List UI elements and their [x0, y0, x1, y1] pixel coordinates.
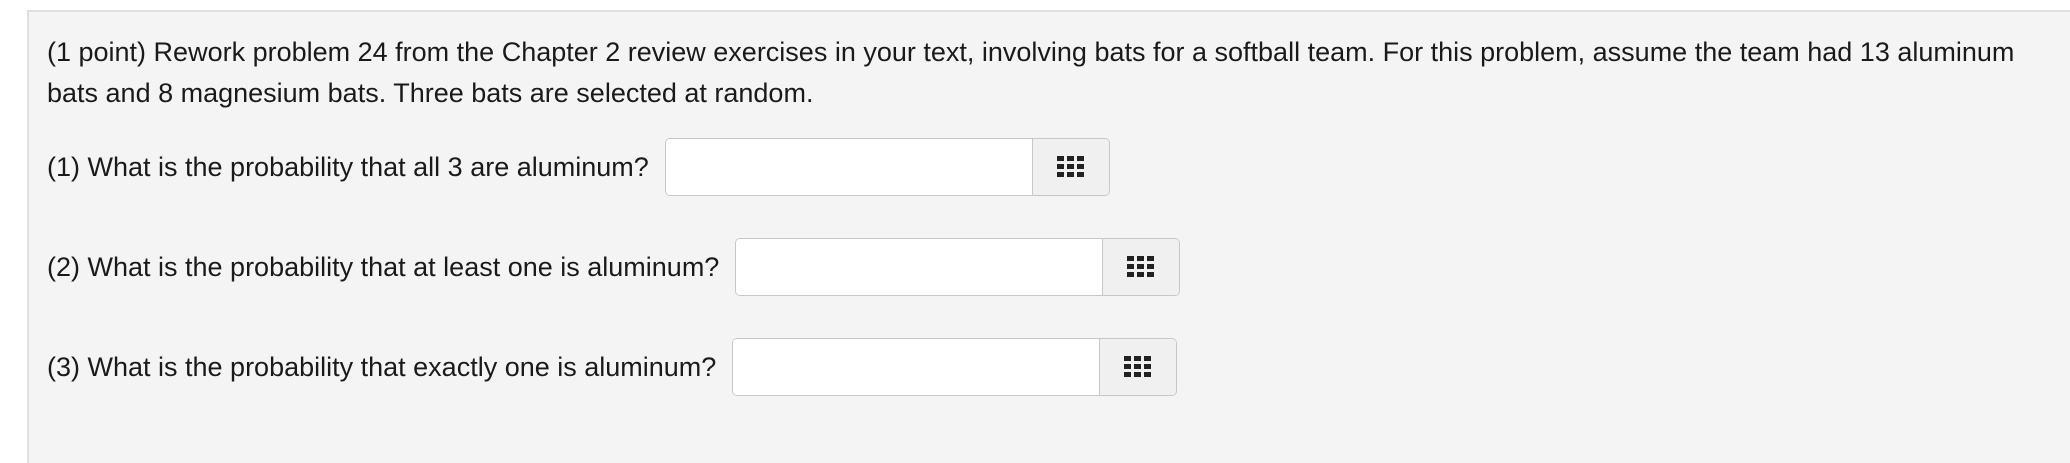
question-2: (2) What is the probability that at leas…: [47, 238, 1181, 296]
answer-1-palette-button[interactable]: [1031, 139, 1109, 195]
grid-icon: [1056, 156, 1084, 177]
question-2-label: (2) What is the probability that at leas…: [47, 251, 720, 282]
question-1-label: (1) What is the probability that all 3 a…: [47, 151, 649, 182]
answer-3-palette-button[interactable]: [1099, 339, 1177, 395]
question-1: (1) What is the probability that all 3 a…: [47, 138, 1110, 196]
answer-2-palette-button[interactable]: [1102, 239, 1180, 295]
answer-2-group: [735, 238, 1181, 296]
answer-3-input[interactable]: [733, 339, 1100, 395]
grid-icon: [1124, 356, 1152, 377]
problem-statement: (1 point) Rework problem 24 from the Cha…: [47, 37, 2015, 108]
problem-container: (1 point) Rework problem 24 from the Cha…: [27, 10, 2070, 463]
question-3: (3) What is the probability that exactly…: [47, 338, 1178, 396]
answer-1-group: [664, 138, 1110, 196]
answer-3-group: [732, 338, 1178, 396]
question-3-label: (3) What is the probability that exactly…: [47, 351, 717, 382]
grid-icon: [1127, 256, 1155, 277]
answer-2-input[interactable]: [736, 239, 1103, 295]
answer-1-input[interactable]: [665, 139, 1032, 195]
